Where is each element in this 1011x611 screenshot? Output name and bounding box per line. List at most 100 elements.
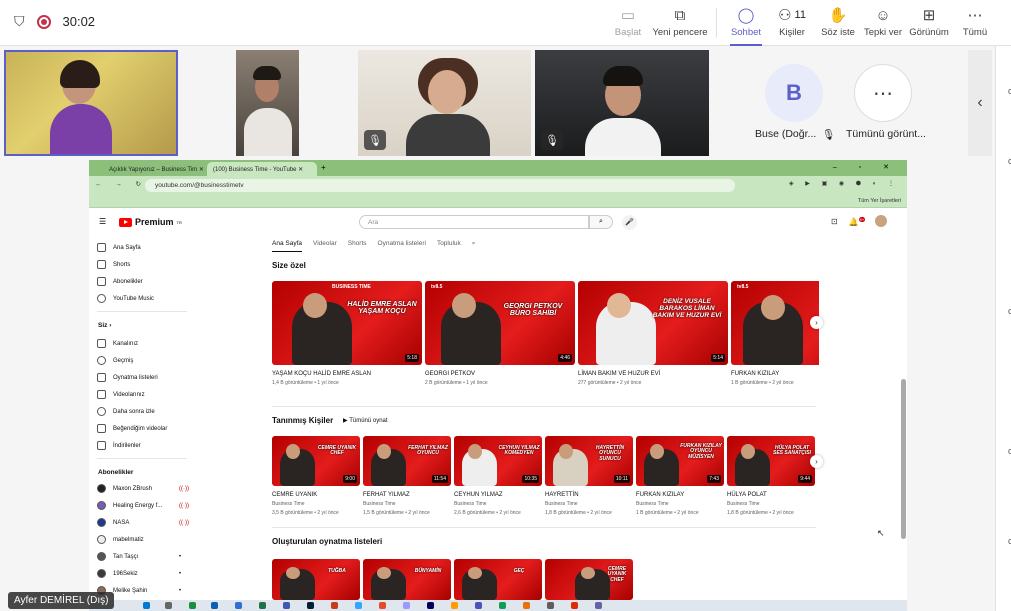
video-card[interactable]: tv8.5 FURKAN KIZILAY 1 B görüntüleme • 2… — [731, 281, 819, 386]
channel-name[interactable]: Business Time — [454, 501, 542, 507]
playlist-card[interactable]: BÜNYAMİN — [363, 559, 451, 600]
video-title[interactable]: YAŞAM KOÇU HALİD EMRE ASLAN — [272, 371, 422, 377]
nav-buttons[interactable]: ← → ↻ — [95, 180, 147, 188]
video-thumbnail[interactable]: HÜLYA POLAT SES SANATÇISI 9:44 — [727, 436, 815, 486]
share-start-button[interactable]: ▭ Başlat — [598, 5, 658, 38]
video-thumbnail[interactable]: tv8.5 GEORGI PETKOV BÜRO SAHİBİ 4:46 — [425, 281, 575, 365]
playlist-thumbnail[interactable]: TUĞBA — [272, 559, 360, 600]
video-thumbnail[interactable]: HAYRETTİN OYUNCU SUNUCU 10:11 — [545, 436, 633, 486]
tab-home[interactable]: Ana Sayfa — [272, 240, 302, 252]
playlist-card[interactable]: CEMRE UYANIK CHEF — [545, 559, 633, 600]
sidebar-item-music[interactable]: YouTube Music — [97, 294, 154, 303]
sidebar-item-liked[interactable]: Beğendiğim videolar — [97, 424, 167, 433]
menu-icon[interactable]: ☰ — [99, 217, 106, 226]
sidebar-item-channel[interactable]: Kanalınız — [97, 339, 138, 348]
carousel-next-button[interactable]: › — [810, 316, 823, 329]
video-title[interactable]: GEORGI PETKOV — [425, 371, 575, 377]
play-all-button[interactable]: ▶ Tümünü oynat — [343, 417, 388, 424]
video-card[interactable]: CEMRE UYANIK CHEF 9:00 CEMRE UYANIK Busin… — [272, 436, 360, 516]
sidebar-sub-item[interactable]: 196Sekiz • — [97, 569, 181, 578]
video-card[interactable]: BUSINESS TIME HALİD EMRE ASLAN YAŞAM KOÇ… — [272, 281, 422, 386]
bell-icon[interactable]: 🔔9+ — [849, 217, 866, 227]
collapse-panel-button[interactable]: ‹ — [968, 50, 992, 156]
sidebar-item-watch-later[interactable]: Daha sonra izle — [97, 407, 155, 416]
video-card[interactable]: FURKAN KIZILAY OYUNCU MÜZİSYEN 7:43 FURKA… — [636, 436, 724, 516]
video-title[interactable]: FURKAN KIZILAY — [731, 371, 819, 377]
more-button[interactable]: ⋯ Tümü — [945, 5, 1005, 38]
voice-search-icon[interactable]: 🎤 — [622, 215, 637, 230]
video-thumbnail[interactable]: DENİZ VUSALE BARAKOS LİMAN BAKIM VE HUZU… — [578, 281, 728, 365]
video-title[interactable]: FURKAN KIZILAY — [636, 492, 724, 498]
video-tile-participant-4[interactable]: 🎙 — [535, 50, 709, 156]
browser-tab[interactable]: Açıklık Yapıyoruz – Business Tim ✕ — [103, 162, 204, 176]
search-input[interactable]: Ara — [359, 215, 589, 229]
video-card[interactable]: HAYRETTİN OYUNCU SUNUCU 10:11 HAYRETTİN B… — [545, 436, 633, 516]
channel-name[interactable]: Business Time — [727, 501, 815, 507]
video-card[interactable]: CEYHUN YILMAZ KOMEDYEN 10:35 CEYHUN YILMA… — [454, 436, 542, 516]
video-card[interactable]: DENİZ VUSALE BARAKOS LİMAN BAKIM VE HUZU… — [578, 281, 728, 386]
carousel-next-button[interactable]: › — [810, 455, 823, 468]
playlist-card[interactable]: GEÇ — [454, 559, 542, 600]
video-title[interactable]: LİMAN BAKIM VE HUZUR EVİ — [578, 371, 728, 377]
channel-name[interactable]: Business Time — [636, 501, 724, 507]
video-card[interactable]: FERHAT YILMAZ OYUNCU 11:54 FERHAT YILMAZ … — [363, 436, 451, 516]
video-title[interactable]: CEMRE UYANIK — [272, 492, 360, 498]
video-thumbnail[interactable]: CEMRE UYANIK CHEF 9:00 — [272, 436, 360, 486]
sidebar-sub-item[interactable]: Tan Taşçı • — [97, 552, 181, 561]
sidebar-sub-item[interactable]: Healing Energy f... ((·)) — [97, 501, 189, 510]
page-scrollbar[interactable] — [901, 379, 906, 539]
video-thumbnail[interactable]: FURKAN KIZILAY OYUNCU MÜZİSYEN 7:43 — [636, 436, 724, 486]
shield-icon[interactable]: ⛉ — [14, 13, 25, 30]
sidebar-item-playlists[interactable]: Oynatma listeleri — [97, 373, 158, 382]
channel-name[interactable]: Business Time — [545, 501, 633, 507]
video-card[interactable]: tv8.5 GEORGI PETKOV BÜRO SAHİBİ 4:46 GEO… — [425, 281, 575, 386]
video-thumbnail[interactable]: BUSINESS TIME HALİD EMRE ASLAN YAŞAM KOÇ… — [272, 281, 422, 365]
address-bar[interactable]: youtube.com/@businesstimetv — [145, 179, 735, 192]
video-tile-participant-3[interactable]: 🎙 — [358, 50, 531, 156]
playlist-thumbnail[interactable]: CEMRE UYANIK CHEF — [545, 559, 633, 600]
more-participants-label: Tümünü görünt... — [846, 128, 926, 140]
search-button[interactable]: ⌕ — [589, 215, 613, 229]
tab-shorts[interactable]: Shorts — [348, 240, 367, 252]
playlist-card[interactable]: TUĞBA — [272, 559, 360, 600]
avatar[interactable] — [875, 215, 887, 227]
presenter-name-badge: Ayfer DEMİREL (Dış) — [8, 592, 115, 609]
sidebar-item-subscriptions[interactable]: Abonelikler — [97, 277, 143, 286]
new-tab-button[interactable]: + — [321, 163, 326, 172]
avatar[interactable]: B — [765, 64, 823, 122]
sidebar-item-your-videos[interactable]: Videolarınız — [97, 390, 145, 399]
sidebar-sub-item[interactable]: NASA ((·)) — [97, 518, 189, 527]
sidebar-item-history[interactable]: Geçmiş — [97, 356, 133, 365]
tab-videos[interactable]: Videolar — [313, 240, 337, 252]
video-tile-presenter[interactable] — [4, 50, 178, 156]
new-window-button[interactable]: ⧉ Yeni pencere — [650, 5, 710, 39]
playlist-thumbnail[interactable]: BÜNYAMİN — [363, 559, 451, 600]
browser-tab-active[interactable]: (100) Business Time - YouTube ✕ — [207, 162, 317, 176]
sidebar-item-home[interactable]: Ana Sayfa — [97, 243, 141, 252]
window-controls[interactable]: – ▫ ✕ — [833, 163, 899, 171]
video-tile-participant-2[interactable] — [236, 50, 299, 156]
video-card[interactable]: HÜLYA POLAT SES SANATÇISI 9:44 HÜLYA POLA… — [727, 436, 815, 516]
video-thumbnail[interactable]: FERHAT YILMAZ OYUNCU 11:54 — [363, 436, 451, 486]
tab-community[interactable]: Topluluk — [437, 240, 461, 252]
channel-name[interactable]: Business Time — [363, 501, 451, 507]
video-thumbnail[interactable]: CEYHUN YILMAZ KOMEDYEN 10:35 — [454, 436, 542, 486]
youtube-logo[interactable]: Premium TR — [119, 217, 182, 227]
playlist-thumbnail[interactable]: GEÇ — [454, 559, 542, 600]
more-participants-button[interactable]: ⋯ — [854, 64, 912, 122]
search-icon[interactable]: ⌕ — [472, 240, 476, 252]
extension-icons[interactable]: ◈ ▶ ▣ ◉ ⬢ ◐ ⋮ — [789, 180, 899, 187]
sidebar-sub-item[interactable]: mabelmatiz — [97, 535, 144, 544]
video-title[interactable]: HAYRETTİN — [545, 492, 633, 498]
sidebar-item-downloads[interactable]: İndirilenler — [97, 441, 141, 450]
create-icon[interactable]: ⊡ — [831, 217, 838, 227]
video-title[interactable]: CEYHUN YILMAZ — [454, 492, 542, 498]
sidebar-item-shorts[interactable]: Shorts — [97, 260, 130, 269]
video-title[interactable]: FERHAT YILMAZ — [363, 492, 451, 498]
video-title[interactable]: HÜLYA POLAT — [727, 492, 815, 498]
sidebar-sub-item[interactable]: Maxon ZBrush ((·)) — [97, 484, 189, 493]
channel-name[interactable]: Business Time — [272, 501, 360, 507]
sidebar-you-header[interactable]: Siz › — [98, 322, 111, 329]
video-thumbnail[interactable]: tv8.5 — [731, 281, 819, 365]
tab-playlists[interactable]: Oynatma listeleri — [378, 240, 426, 252]
